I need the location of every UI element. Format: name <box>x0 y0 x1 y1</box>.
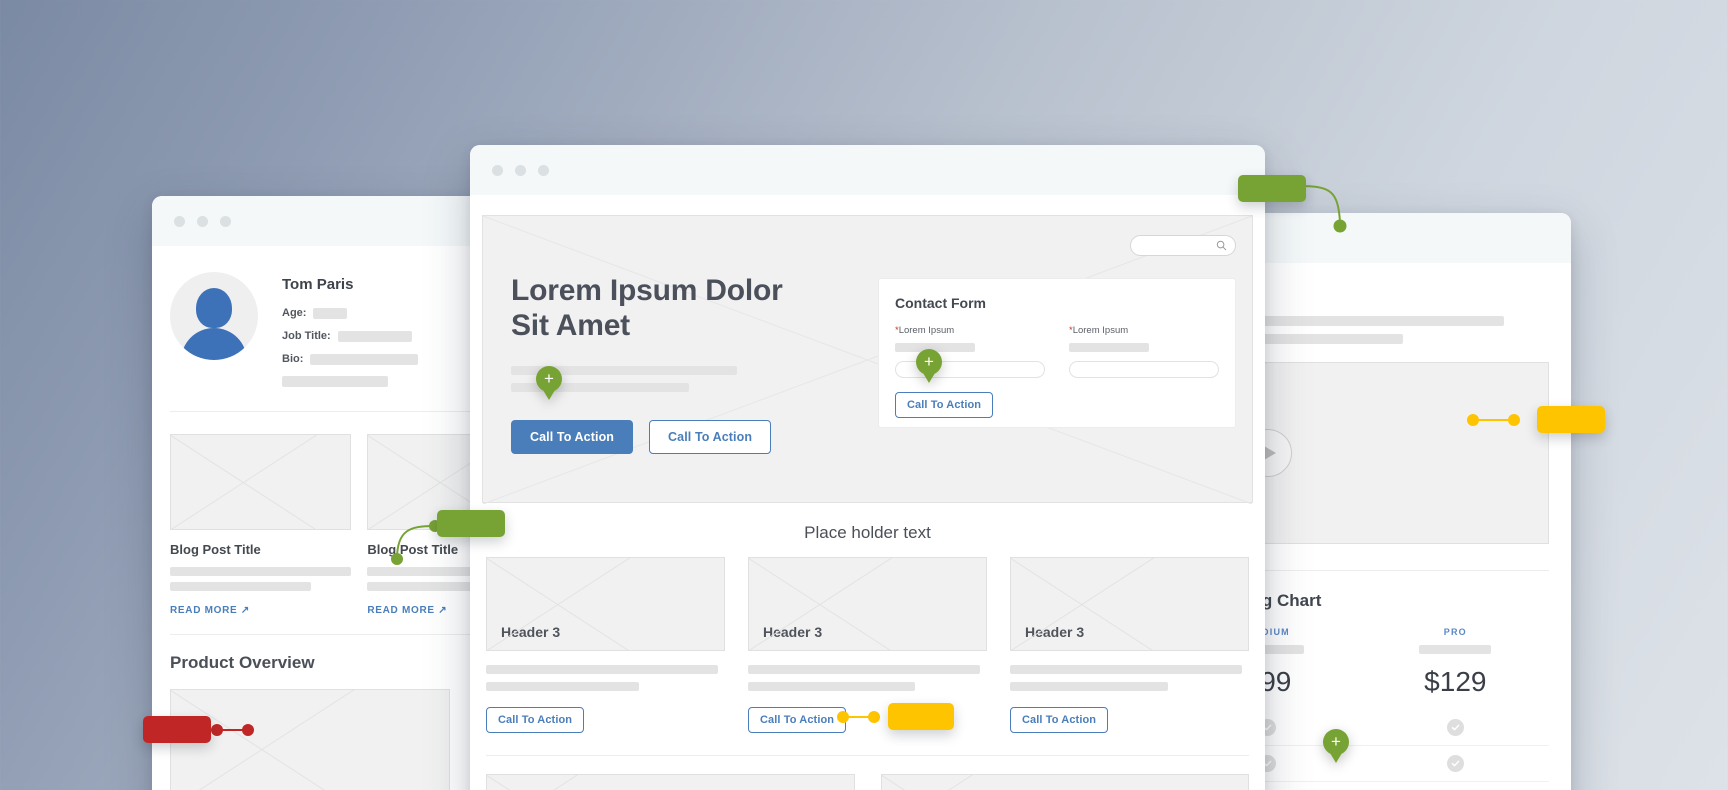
contact-form-title: Contact Form <box>895 295 986 311</box>
search-icon <box>1216 240 1227 251</box>
feature-image-placeholder: Header 3 <box>486 557 725 651</box>
feature-card: Header 3 Call To Action <box>1010 557 1249 733</box>
bottom-image-placeholder <box>880 774 1249 790</box>
text-placeholder <box>170 567 352 576</box>
check-icon <box>1446 719 1464 736</box>
external-link-icon: ↗ <box>240 605 250 616</box>
external-link-icon: ↗ <box>438 605 448 616</box>
pin-pricing[interactable]: + <box>1323 729 1349 763</box>
persona-field-jobtitle: Job Title: <box>282 330 494 342</box>
close-dot-icon[interactable] <box>174 215 185 227</box>
screen-stage: Tom Paris Age: Goals: Job Title: <box>0 0 1728 790</box>
hero-heading: Lorem Ipsum Dolor Sit Amet <box>511 274 783 342</box>
tag-yellow-right[interactable] <box>1537 406 1605 433</box>
tag-yellow-card[interactable] <box>888 703 954 730</box>
plus-icon: + <box>544 368 554 388</box>
value-placeholder <box>310 353 419 365</box>
connector-green-top <box>1292 180 1347 233</box>
value-placeholder <box>313 307 348 319</box>
minimize-dot-icon[interactable] <box>197 215 208 227</box>
pin-hero[interactable]: + <box>536 366 562 400</box>
value-placeholder <box>337 330 412 342</box>
hero-primary-cta[interactable]: Call To Action <box>511 419 634 454</box>
persona-field-age: Age: <box>282 307 494 319</box>
feature-header: Header 3 <box>1025 624 1085 640</box>
feature-card: Header 3 Call To Action <box>486 557 725 733</box>
connector-yellow-card <box>837 711 880 723</box>
tag-red-left[interactable] <box>143 716 211 743</box>
bottom-image-placeholder <box>486 774 855 790</box>
bottom-media-row <box>470 756 1265 790</box>
feature-cta-button[interactable]: Call To Action <box>748 707 847 733</box>
hero-secondary-cta[interactable]: Call To Action <box>649 419 772 454</box>
avatar <box>170 272 258 360</box>
field-label: *Lorem Ipsum <box>1069 325 1129 336</box>
search-input[interactable] <box>1130 235 1236 256</box>
persona-bio-line2 <box>282 376 494 387</box>
read-more-link[interactable]: READ MORE ↗ <box>170 605 351 616</box>
plus-icon: + <box>1331 731 1341 751</box>
feature-cta-button[interactable]: Call To Action <box>486 707 585 733</box>
tag-green-blog[interactable] <box>437 510 505 537</box>
window-titlebar-mid <box>470 145 1265 195</box>
section-title: Place holder text <box>804 523 931 542</box>
contact-input-2[interactable] <box>1069 361 1219 378</box>
tag-green-top[interactable] <box>1238 175 1306 202</box>
landing-browser-window[interactable]: Lorem Ipsum Dolor Sit Amet Call To Actio… <box>470 145 1265 790</box>
close-dot-icon[interactable] <box>492 164 503 176</box>
text-placeholder <box>170 582 312 591</box>
feature-header: Header 3 <box>501 624 561 640</box>
landing-window-body: Lorem Ipsum Dolor Sit Amet Call To Actio… <box>470 215 1265 790</box>
maximize-dot-icon[interactable] <box>220 215 231 227</box>
tier-price: $129 <box>1424 666 1487 697</box>
tier-label: PRO <box>1443 627 1467 637</box>
check-icon <box>1446 755 1464 772</box>
contact-field-group: *Lorem Ipsum <box>1069 325 1219 378</box>
feature-header: Header 3 <box>763 624 823 640</box>
field-label: *Lorem Ipsum <box>895 325 955 336</box>
minimize-dot-icon[interactable] <box>515 164 526 176</box>
maximize-dot-icon[interactable] <box>538 164 549 176</box>
plus-icon: + <box>924 351 934 371</box>
feature-cta-button[interactable]: Call To Action <box>1010 707 1109 733</box>
feature-image-placeholder: Header 3 <box>748 557 987 651</box>
hero-section: Lorem Ipsum Dolor Sit Amet Call To Actio… <box>482 215 1253 504</box>
pin-contact-form[interactable]: + <box>916 349 942 383</box>
feature-image-placeholder: Header 3 <box>1010 557 1249 651</box>
connector-red-left <box>211 724 254 736</box>
connector-yellow-right <box>1467 414 1520 426</box>
blog-image-placeholder <box>170 434 352 530</box>
blog-title: Blog Post Title <box>170 542 261 557</box>
pricing-column: PRO $129 <box>1362 627 1549 698</box>
persona-field-bio: Bio: <box>282 353 494 365</box>
contact-submit-button[interactable]: Call To Action <box>895 392 994 418</box>
blog-card[interactable]: Blog Post Title READ MORE ↗ <box>170 434 352 616</box>
